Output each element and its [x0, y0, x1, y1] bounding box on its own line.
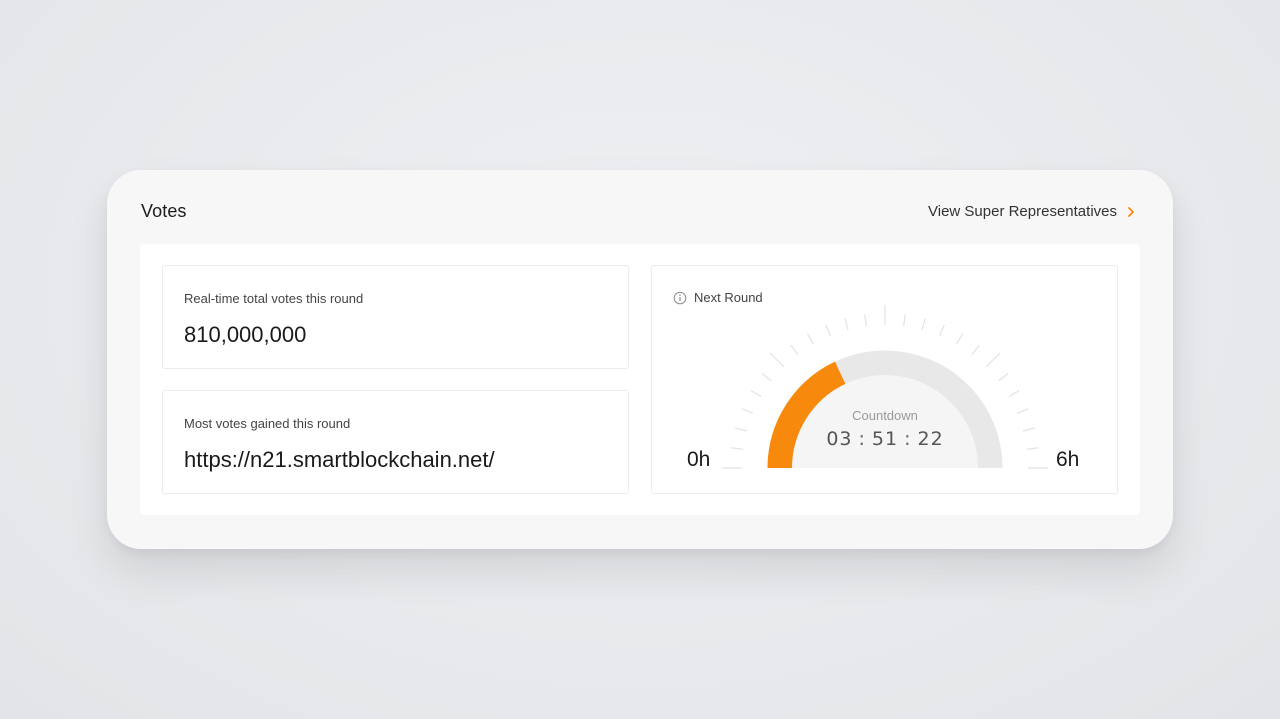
votes-card: Votes View Super Representatives Real-ti…: [107, 170, 1173, 549]
view-link-label: View Super Representatives: [928, 203, 1117, 220]
gauge-axis-min: 0h: [687, 448, 711, 471]
countdown-separator: :: [904, 428, 912, 450]
gauge-tick: [985, 352, 1001, 368]
most-votes-label: Most votes gained this round: [184, 416, 351, 431]
gauge-tick: [825, 324, 831, 337]
view-super-representatives-link[interactable]: View Super Representatives: [928, 203, 1137, 220]
countdown-hours: 03: [826, 428, 853, 450]
countdown-gauge: [722, 305, 1048, 469]
total-votes-label: Real-time total votes this round: [184, 291, 364, 306]
gauge-tick: [971, 344, 980, 355]
gauge-tick: [806, 333, 815, 345]
gauge-axis-max: 6h: [1056, 448, 1080, 471]
gauge-tick: [903, 314, 906, 327]
votes-panel: Real-time total votes this round 810,000…: [140, 244, 1140, 515]
chevron-right-icon: [1128, 206, 1134, 217]
countdown-label: Countdown: [852, 408, 918, 423]
gauge-tick: [750, 389, 762, 398]
most-votes-value[interactable]: https://n21.smartblockchain.net/: [184, 447, 495, 473]
countdown-separator: :: [858, 428, 866, 450]
gauge-tick: [921, 318, 926, 331]
countdown-time: 03:51:22: [652, 428, 1118, 450]
total-votes-box: Real-time total votes this round 810,000…: [162, 265, 629, 369]
countdown-seconds: 22: [917, 428, 944, 450]
countdown-minutes: 51: [871, 428, 899, 450]
next-round-box: Next Round 0h 6h Countdown 03:51:22: [651, 265, 1118, 494]
gauge-tick: [939, 324, 945, 337]
gauge-tick: [864, 314, 867, 327]
most-votes-box: Most votes gained this round https://n21…: [162, 390, 629, 494]
total-votes-value: 810,000,000: [184, 322, 307, 347]
gauge-tick: [844, 318, 849, 331]
gauge-tick: [998, 373, 1009, 382]
gauge-tick: [769, 352, 785, 368]
gauge-tick: [790, 344, 799, 355]
gauge-tick: [761, 373, 772, 382]
gauge-tick: [955, 333, 964, 345]
gauge-tick: [1008, 389, 1020, 398]
card-title: Votes: [141, 201, 187, 221]
